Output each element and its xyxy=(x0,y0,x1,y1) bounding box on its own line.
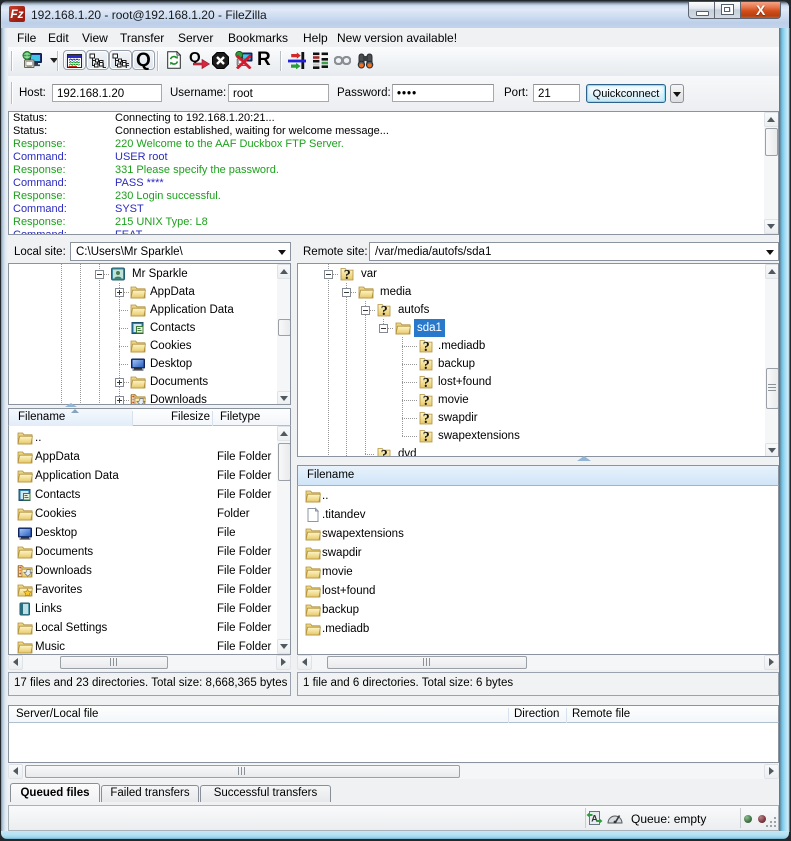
svg-text:F: F xyxy=(125,61,129,68)
svg-text:L: L xyxy=(102,61,106,68)
